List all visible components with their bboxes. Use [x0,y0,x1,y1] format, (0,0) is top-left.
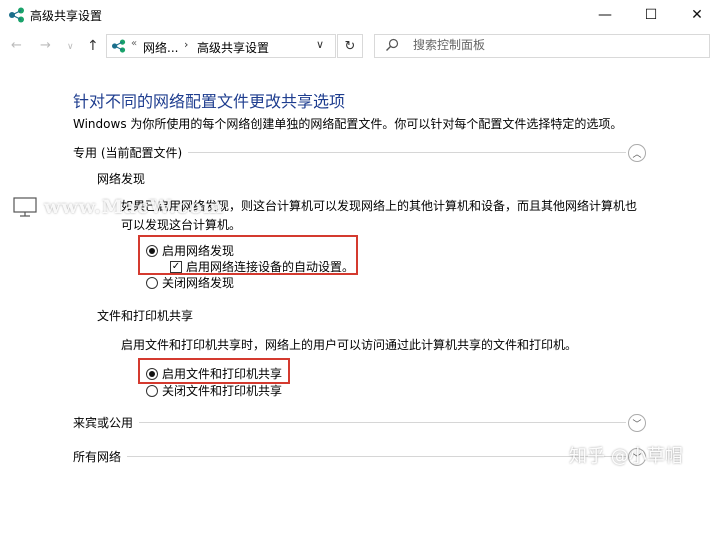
section-divider [73,456,626,457]
credit-watermark: 知乎 @小草帽 [569,446,683,467]
network-discovery-title: 网络发现 [97,172,146,186]
minimize-button[interactable]: — [582,0,628,30]
search-input[interactable] [411,37,695,53]
radio-unselected-icon [146,276,158,289]
forward-button[interactable]: → [40,38,51,53]
search-box[interactable] [374,34,710,58]
radio-disable-discovery[interactable]: 关闭网络发现 [146,274,234,291]
radio-disable-file-sharing[interactable]: 关闭文件和打印机共享 [146,382,282,399]
radio-label: 关闭网络发现 [162,276,235,290]
crumb-overflow-icon[interactable]: « [131,38,137,49]
chevron-down-icon: ﹀ [632,419,642,430]
up-button[interactable]: ↑ [87,38,99,54]
network-icon [9,7,24,23]
maximize-icon: ☐ [644,7,658,23]
address-bar[interactable]: « 网络... › 高级共享设置 ∨ [106,34,336,58]
navigation-bar: ← → ∨ ↑ « 网络... › 高级共享设置 ∨ ↻ [0,30,720,64]
breadcrumb-advanced-sharing[interactable]: 高级共享设置 [197,39,269,56]
section-divider [73,422,626,423]
minimize-icon: — [598,7,612,23]
highlight-box [138,358,290,384]
close-button[interactable]: ✕ [674,0,720,30]
address-dropdown-icon[interactable]: ∨ [316,38,324,51]
section-guest-title[interactable]: 来宾或公用 [73,414,140,431]
page-description: Windows 为你所使用的每个网络创建单独的网络配置文件。你可以针对每个配置文… [73,117,623,131]
back-button[interactable]: ← [11,38,22,53]
search-icon [386,38,399,51]
expand-guest-button[interactable]: ﹀ [628,414,646,432]
file-printer-sharing-title: 文件和打印机共享 [97,309,194,323]
title-bar: 高级共享设置 — ☐ ✕ [0,0,720,30]
refresh-icon: ↻ [344,38,356,54]
file-printer-sharing-description: 启用文件和打印机共享时，网络上的用户可以访问通过此计算机共享的文件和打印机。 [121,338,578,352]
page-title: 针对不同的网络配置文件更改共享选项 [73,92,346,111]
collapse-private-button[interactable]: ︿ [628,144,646,162]
watermark-text: www.MacW.com [44,196,225,218]
network-icon [112,39,126,53]
radio-unselected-icon [146,384,158,397]
close-icon: ✕ [691,7,703,23]
refresh-button[interactable]: ↻ [337,34,363,58]
content-area: 针对不同的网络配置文件更改共享选项 Windows 为你所使用的每个网络创建单独… [0,64,720,545]
maximize-button[interactable]: ☐ [628,0,674,30]
chevron-up-icon: ︿ [632,149,642,160]
breadcrumb-network[interactable]: 网络... [143,39,178,56]
breadcrumb-separator-icon[interactable]: › [184,38,188,51]
radio-label: 关闭文件和打印机共享 [162,384,283,398]
monitor-icon [13,197,37,217]
section-private-title[interactable]: 专用 (当前配置文件) [73,144,189,161]
section-all-networks-title[interactable]: 所有网络 [73,448,128,465]
window-title: 高级共享设置 [30,9,103,23]
highlight-box [138,235,358,275]
recent-locations-button[interactable]: ∨ [67,42,74,52]
